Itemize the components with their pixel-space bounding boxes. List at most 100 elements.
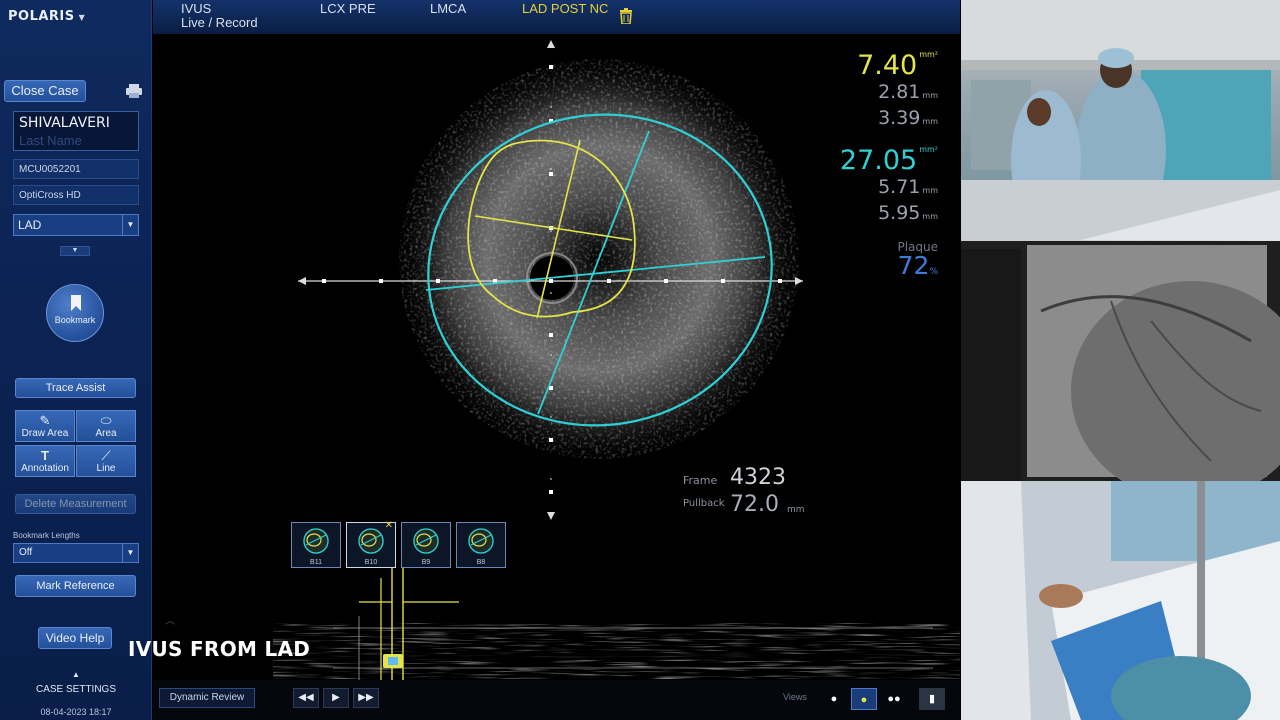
fast-forward-button[interactable]: ▶▶ [353,688,379,708]
vessel-d1-readout: 5.71 mm [840,176,938,202]
pullback-label: Pullback [683,498,725,509]
trace-assist-button[interactable]: Trace Assist [15,378,136,398]
tab-ivus-live[interactable]: IVUS Live / Record [181,2,258,30]
lumen-d1-unit: mm [922,91,938,100]
chevron-up-icon[interactable]: ︿ [165,616,175,627]
tab-lcx-pre[interactable]: LCX PRE [320,2,376,16]
thumbnail-vessel-icon [413,528,439,554]
rewind-icon: ◀◀ [298,692,314,703]
draw-area-tool[interactable]: ✎ Draw Area [15,410,75,442]
lumen-d2-value: 3.39 [878,107,921,129]
tab-live-record-label: Live / Record [181,15,258,30]
angiography-monitor [961,241,1280,481]
vessel-d2-readout: 5.95 mm [840,202,938,228]
views-label: Views [783,692,807,702]
area-shape-icon: ⬭ [100,413,112,428]
patient-first-name: SHIVALAVERI [19,115,110,131]
caret-down-icon: ▼ [78,13,86,22]
view-split-button[interactable]: ● [851,688,877,710]
datetime: 08-04-2023 18:17 [40,707,112,717]
longitudinal-view[interactable]: ︿ [153,568,960,680]
play-button[interactable]: ▶ [323,688,349,708]
play-icon: ▶ [332,692,340,703]
video-caption: IVUS FROM LAD [128,637,311,661]
print-icon[interactable] [125,84,143,98]
lumen-area-unit: mm² [919,50,938,59]
ivus-view[interactable]: 7.40 mm² 2.81 mm 3.39 mm 27.05 mm² 5.71 mm 5.… [128,34,960,680]
bookmark-lengths-value: Off [19,547,33,558]
bookmark-icon [71,295,81,311]
rewind-button[interactable]: ◀◀ [293,688,319,708]
bookmark-lengths-label: Bookmark Lengths [13,531,80,540]
tab-lmca[interactable]: LMCA [430,2,466,16]
frame-label: Frame [683,474,718,487]
vessel-select-value: LAD [18,218,42,232]
exit-icon: ▮ [928,693,936,705]
lumen-view-icon: ● [860,694,868,706]
lumen-area-value: 7.40 [857,50,918,81]
plaque-readout: 72% [897,251,938,284]
bookmark-thumbnail[interactable]: B8 [456,522,506,568]
bookmark-thumbnail[interactable]: B11 [291,522,341,568]
close-icon[interactable]: ✕ [385,520,393,531]
vessel-select[interactable]: LAD ▼ [13,214,139,236]
lumen-d1-readout: 2.81 mm [857,81,938,107]
catheter-field[interactable]: OptiCross HD [13,185,139,205]
expand-panel-toggle[interactable]: ▼ [60,246,90,256]
plaque-unit: % [929,267,938,277]
chevron-down-icon: ▼ [122,215,138,235]
line-label: Line [96,463,116,474]
angiography-scene [961,241,1280,481]
thumbnail-label: B10 [364,559,378,566]
procedure-table-video [961,481,1280,720]
mark-reference-button[interactable]: Mark Reference [15,575,136,597]
case-settings-button[interactable]: CASE SETTINGS [0,684,152,695]
sidebar: POLARIS ▼ Close Case SHIVALAVERI Last Nam… [0,0,152,720]
thumbnail-vessel-icon [468,528,494,554]
area-tool[interactable]: ⬭ Area [76,410,136,442]
video-help-button[interactable]: Video Help [38,627,112,649]
playback-toolbar: Dynamic Review ◀◀ ▶ ▶▶ Views ● ● ●● ▮ [153,680,960,720]
view-single-button[interactable]: ● [821,688,847,710]
vessel-measurements: 27.05 mm² 5.71 mm 5.95 mm [840,145,938,228]
bookmark-thumbnail[interactable]: B9 [401,522,451,568]
pencil-icon: ✎ [39,413,51,428]
trash-icon[interactable] [619,8,633,24]
brand-label: POLARIS [8,9,75,24]
vessel-area-unit: mm² [919,145,938,154]
dynamic-review-button[interactable]: Dynamic Review [159,688,255,708]
plaque-value: 72 [897,251,930,280]
lumen-area-readout: 7.40 mm² [857,50,938,81]
pullback-unit: mm [787,505,805,515]
lumen-d2-unit: mm [922,117,938,126]
patient-last-name-placeholder: Last Name [19,133,82,148]
chevron-down-icon: ▼ [122,544,138,562]
close-case-button[interactable]: Close Case [4,80,86,102]
bookmark-thumbnail[interactable]: ✕ B10 [346,520,396,568]
thumbnail-label: B11 [310,559,322,566]
dual-dot-icon: ●● [887,693,901,705]
delete-measurement-button[interactable]: Delete Measurement [15,494,136,514]
text-icon: T [41,448,49,463]
view-dual-button[interactable]: ●● [881,688,907,710]
chevron-down-icon: ▼ [71,247,79,254]
tab-lad-post-nc[interactable]: LAD POST NC [522,2,608,16]
operating-room-scene [961,0,1280,241]
line-tool[interactable]: ⟋ Line [76,445,136,477]
area-label: Area [95,428,117,439]
exit-view-button[interactable]: ▮ [919,688,945,710]
vessel-area-readout: 27.05 mm² [840,145,938,176]
bookmark-lengths-select[interactable]: Off ▼ [13,543,139,563]
annotation-tool[interactable]: T Annotation [15,445,75,477]
vessel-d1-unit: mm [922,186,938,195]
operating-room-video [961,0,1280,241]
patient-name-field[interactable]: SHIVALAVERI Last Name [13,111,139,151]
patient-id-field[interactable]: MCU0052201 [13,159,139,179]
vessel-d2-unit: mm [922,212,938,221]
brand-menu[interactable]: POLARIS ▼ [8,9,85,24]
thumbnail-label: B8 [476,559,486,566]
case-settings-toggle-icon[interactable]: ▲ [0,670,152,679]
fast-forward-icon: ▶▶ [358,692,374,703]
thumbnail-vessel-icon [303,528,329,554]
bookmark-button[interactable]: Bookmark [46,284,104,342]
